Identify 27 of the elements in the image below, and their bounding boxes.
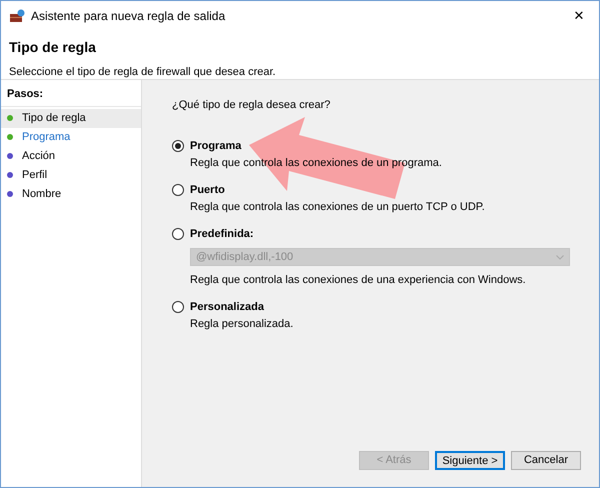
window-title: Asistente para nueva regla de salida [31, 8, 226, 25]
option-label: Programa [190, 138, 242, 154]
page-subtitle: Seleccione el tipo de regla de firewall que desea crear. [9, 65, 277, 80]
radio-button[interactable] [172, 228, 184, 240]
radio-button[interactable] [172, 184, 184, 196]
wizard-button[interactable]: Cancelar [511, 451, 581, 470]
step-item[interactable]: Programa [1, 128, 141, 146]
step-item[interactable]: Acción [1, 146, 141, 166]
step-item[interactable]: Nombre [1, 184, 141, 204]
wizard-button[interactable]: Siguiente > [435, 451, 505, 470]
radio-button[interactable] [172, 300, 184, 313]
option-description: Regla que controla las conexiones de un puerto TCP o UDP. [189, 200, 486, 215]
question-text: ¿Qué tipo de regla desea crear? [172, 98, 332, 113]
step-item[interactable]: Tipo de regla [1, 108, 141, 128]
option-label: Puerto [190, 182, 225, 198]
close-button[interactable]: ✕ [559, 5, 599, 27]
option-label: Predefinida: [190, 226, 254, 242]
radio-button[interactable] [172, 140, 184, 152]
option-description: Regla que controla las conexiones de una experiencia con Windows. [189, 273, 527, 288]
option-label: Personalizada [190, 300, 264, 314]
caret-icon [556, 254, 564, 260]
option-description: Regla que controla las conexiones de un programa. [189, 156, 443, 171]
firewall-icon [9, 9, 25, 23]
steps-heading: Pasos: [1, 84, 141, 106]
step-item[interactable]: Perfil [1, 166, 141, 184]
page-title: Tipo de regla [9, 38, 97, 57]
option-description: Regla personalizada. [189, 317, 294, 332]
